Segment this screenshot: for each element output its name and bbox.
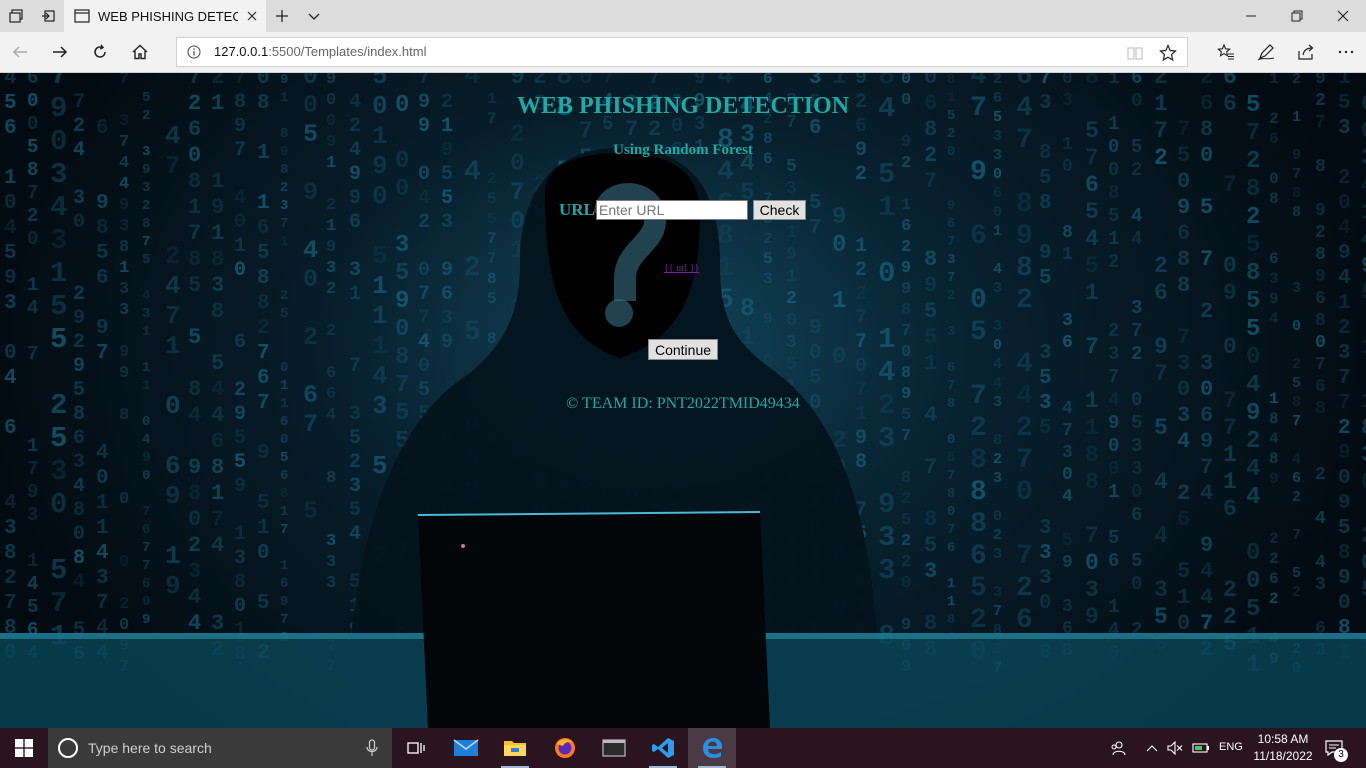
team-id-footer: © TEAM ID: PNT2022TMID49434: [566, 395, 800, 412]
people-icon[interactable]: [1104, 728, 1132, 768]
page-title: WEB PHISHING DETECTION: [516, 93, 850, 119]
address-bar[interactable]: 127.0.0.1:5500/Templates/index.html: [176, 37, 1188, 67]
restore-icon[interactable]: [1274, 0, 1320, 32]
notes-pen-icon[interactable]: [1250, 36, 1282, 68]
microphone-icon[interactable]: [366, 739, 378, 757]
refresh-icon[interactable]: [84, 36, 116, 68]
terminal-icon[interactable]: [590, 728, 638, 768]
url-path: :5500/Templates/index.html: [268, 44, 427, 59]
result-link[interactable]: {{ url }}: [664, 263, 699, 274]
task-view-icon[interactable]: [392, 728, 440, 768]
clock-time[interactable]: 10:58 AM: [1250, 732, 1316, 746]
browser-toolbar: 127.0.0.1:5500/Templates/index.html: [0, 32, 1366, 73]
notification-count-badge: 3: [1334, 748, 1348, 762]
forward-icon[interactable]: [44, 36, 76, 68]
cortana-icon: [58, 738, 78, 758]
url-text[interactable]: 127.0.0.1:5500/Templates/index.html: [214, 44, 426, 59]
continue-button[interactable]: Continue: [648, 339, 718, 360]
chevron-up-icon[interactable]: [1142, 728, 1162, 768]
url-input[interactable]: [596, 200, 748, 220]
reading-view-icon[interactable]: [1127, 45, 1143, 61]
set-tabs-aside-icon[interactable]: [32, 0, 64, 32]
page-subtitle: Using Random Forest: [613, 142, 753, 158]
check-button[interactable]: Check: [753, 200, 806, 220]
share-icon[interactable]: [1290, 36, 1322, 68]
chevron-down-icon[interactable]: [298, 0, 330, 32]
home-icon[interactable]: [124, 36, 156, 68]
edge-icon[interactable]: [688, 728, 736, 768]
search-placeholder: Type here to search: [88, 740, 212, 756]
taskbar-search-box[interactable]: Type here to search: [48, 728, 392, 768]
webpage-viewport: 4561045930464382780600587201471793145647…: [0, 73, 1366, 728]
page-icon: [74, 9, 90, 23]
back-icon[interactable]: [4, 36, 36, 68]
site-info-icon[interactable]: [187, 45, 201, 59]
favorite-star-icon[interactable]: [1159, 44, 1177, 62]
clock-date[interactable]: 11/18/2022: [1250, 749, 1316, 763]
language-indicator[interactable]: ENG: [1219, 741, 1243, 753]
tab-title: WEB PHISHING DETECT: [98, 8, 238, 24]
url-host: 127.0.0.1: [214, 44, 269, 59]
vscode-icon[interactable]: [639, 728, 687, 768]
close-tab-icon[interactable]: [244, 8, 260, 24]
firefox-icon[interactable]: [541, 728, 589, 768]
browser-tab-strip: WEB PHISHING DETECT: [0, 0, 1366, 32]
tab-actions-icon[interactable]: [0, 0, 32, 32]
mail-icon[interactable]: [442, 728, 490, 768]
tab-web-phishing-detect[interactable]: WEB PHISHING DETECT: [64, 0, 266, 32]
more-options-icon[interactable]: [1330, 36, 1362, 68]
file-explorer-icon[interactable]: [491, 728, 539, 768]
url-label: URL: [559, 200, 595, 219]
favorites-icon[interactable]: [1210, 36, 1242, 68]
windows-start-icon[interactable]: [0, 728, 48, 768]
close-window-icon[interactable]: [1320, 0, 1366, 32]
new-tab-icon[interactable]: [266, 0, 298, 32]
minimize-icon[interactable]: [1228, 0, 1274, 32]
volume-muted-icon[interactable]: [1164, 728, 1186, 768]
battery-icon[interactable]: [1189, 728, 1213, 768]
windows-taskbar: Type here to search ENG 10:58 AM 11/18/2…: [0, 728, 1366, 768]
